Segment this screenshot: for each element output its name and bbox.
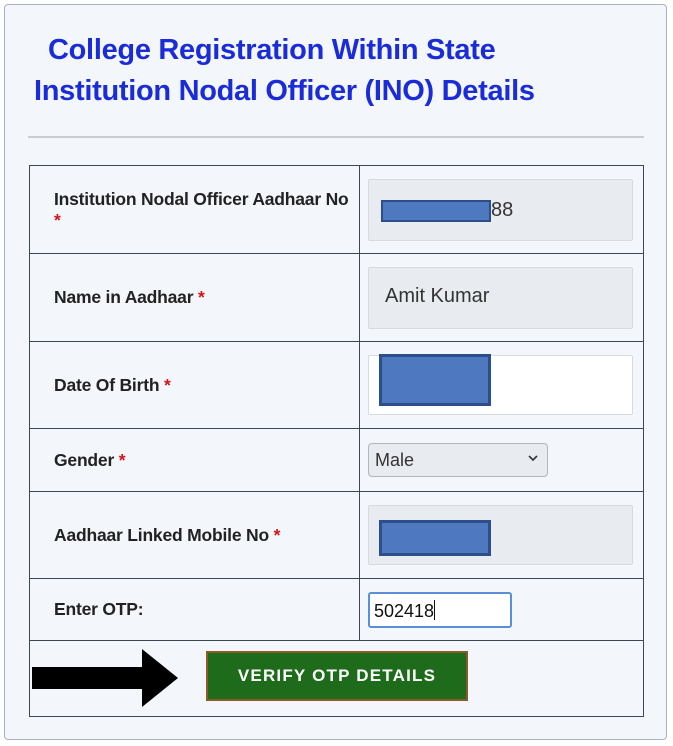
row-mobile: Aadhaar Linked Mobile No *	[29, 491, 644, 579]
row-aadhaar-no: Institution Nodal Officer Aadhaar No * 8…	[29, 165, 644, 254]
aadhaar-no-label: Institution Nodal Officer Aadhaar No *	[29, 165, 360, 254]
chevron-down-icon	[527, 451, 539, 467]
row-gender: Gender * Male	[29, 428, 644, 492]
name-in-aadhaar-value: Amit Kumar	[385, 284, 490, 307]
gender-label: Gender *	[29, 428, 360, 492]
required-asterisk: *	[164, 374, 171, 395]
name-label: Name in Aadhaar *	[29, 253, 360, 342]
required-asterisk: *	[54, 209, 61, 230]
row-dob: Date Of Birth *	[29, 341, 644, 429]
row-name: Name in Aadhaar * Amit Kumar	[29, 253, 644, 342]
aadhaar-no-suffix: 88	[491, 198, 514, 221]
dob-label: Date Of Birth *	[29, 341, 360, 429]
name-in-aadhaar-field[interactable]: Amit Kumar	[368, 266, 633, 329]
required-asterisk: *	[118, 449, 126, 470]
otp-input[interactable]: 502418	[368, 591, 512, 628]
row-otp: Enter OTP: 502418	[29, 578, 644, 641]
arrow-right-icon	[32, 647, 178, 714]
otp-label: Enter OTP:	[29, 578, 360, 641]
aadhaar-linked-mobile-field[interactable]	[368, 505, 633, 565]
otp-value: 502418	[374, 600, 435, 621]
mobile-label: Aadhaar Linked Mobile No *	[29, 491, 360, 579]
title-line-1: College Registration Within State	[48, 34, 496, 66]
redacted-mobile-no	[379, 520, 491, 556]
required-asterisk: *	[273, 524, 281, 545]
verify-otp-button[interactable]: VERIFY OTP DETAILS	[206, 651, 468, 701]
title-line-2: Institution Nodal Officer (INO) Details	[34, 75, 535, 107]
aadhaar-no-field[interactable]: 88	[368, 178, 633, 241]
redacted-aadhaar-digits	[381, 199, 491, 222]
date-of-birth-field[interactable]	[368, 354, 633, 415]
page-title: College Registration Within State Instit…	[34, 30, 535, 112]
redacted-dob	[379, 354, 491, 406]
title-divider	[28, 136, 644, 138]
gender-select[interactable]: Male	[368, 443, 548, 477]
text-cursor	[434, 599, 436, 620]
required-asterisk: *	[198, 287, 205, 307]
gender-selected-value: Male	[375, 450, 415, 470]
ino-details-form: Institution Nodal Officer Aadhaar No * 8…	[29, 165, 644, 717]
